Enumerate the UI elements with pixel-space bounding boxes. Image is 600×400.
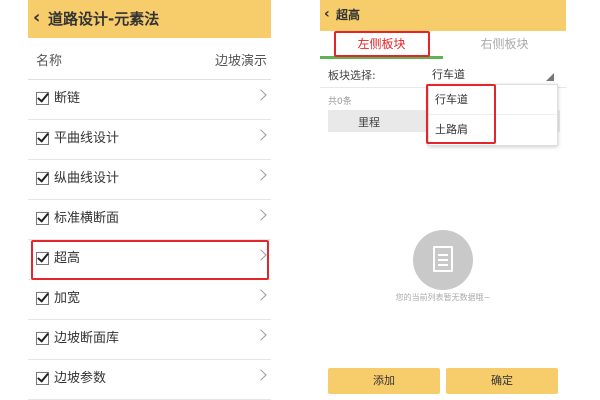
- chevron-right-icon: [255, 89, 267, 101]
- checkbox[interactable]: [36, 172, 49, 185]
- right-header: ‹ 超高: [320, 0, 566, 31]
- list-item-horizontal-curve[interactable]: 平曲线设计: [28, 120, 271, 160]
- left-header: ‹ 道路设计-元素法: [28, 0, 271, 38]
- list-item-label: 边坡参数: [54, 371, 107, 386]
- record-count: 共0条: [328, 97, 352, 107]
- checkbox[interactable]: [36, 92, 49, 105]
- column-slope-demo[interactable]: 边坡演示: [215, 50, 267, 69]
- list-item-label: 标准横断面: [54, 211, 120, 226]
- block-select-value[interactable]: 行车道: [432, 66, 465, 82]
- empty-document-icon: [413, 230, 473, 290]
- list-item-widening[interactable]: 加宽: [28, 280, 271, 320]
- chevron-right-icon: [255, 329, 267, 341]
- checkbox[interactable]: [36, 292, 49, 305]
- column-mileage: 里程: [358, 116, 380, 129]
- highlight-box: [334, 31, 430, 57]
- column-header: 名称 边坡演示: [28, 38, 271, 80]
- chevron-right-icon: [255, 209, 267, 221]
- back-icon[interactable]: ‹: [33, 7, 40, 29]
- checkbox[interactable]: [36, 372, 49, 385]
- right-page-title: 超高: [336, 8, 361, 22]
- chevron-right-icon: [255, 289, 267, 301]
- right-screen: ‹ 超高 左侧板块 右侧板块 板块选择: 行车道 共0条 里程 行车道 土路肩 …: [320, 0, 566, 400]
- chevron-right-icon: [255, 129, 267, 141]
- document-icon: [433, 246, 453, 272]
- left-screen: ‹ 道路设计-元素法 名称 边坡演示 断链 平曲线设计 纵曲线设计 标准横断面 …: [28, 0, 271, 400]
- dropdown-triangle-icon[interactable]: [546, 73, 554, 81]
- checkbox[interactable]: [36, 332, 49, 345]
- list-item-slope-params[interactable]: 边坡参数: [28, 360, 271, 400]
- checkbox[interactable]: [36, 212, 49, 225]
- column-name: 名称: [36, 54, 63, 69]
- list-item-label: 加宽: [54, 291, 81, 306]
- add-button[interactable]: 添加: [328, 368, 440, 394]
- list-item-duanlian[interactable]: 断链: [28, 80, 271, 120]
- list-item-standard-section[interactable]: 标准横断面: [28, 200, 271, 240]
- list-item-slope-library[interactable]: 边坡断面库: [28, 320, 271, 360]
- checkbox[interactable]: [36, 132, 49, 145]
- confirm-button[interactable]: 确定: [446, 368, 558, 394]
- chevron-right-icon: [255, 369, 267, 381]
- chevron-right-icon: [255, 169, 267, 181]
- empty-list-message: 您的当前列表暂无数据哦~: [395, 293, 491, 302]
- list-item-label: 平曲线设计: [54, 131, 120, 146]
- list-item-label: 边坡断面库: [54, 331, 120, 346]
- tab-right-block[interactable]: 右侧板块: [443, 31, 566, 59]
- highlight-box: [426, 84, 496, 144]
- list-item-label: 纵曲线设计: [54, 171, 120, 186]
- back-icon[interactable]: ‹: [324, 5, 330, 23]
- block-select-label: 板块选择:: [328, 69, 376, 82]
- left-page-title: 道路设计-元素法: [48, 10, 160, 28]
- highlight-box: [31, 240, 269, 280]
- list-item-label: 断链: [54, 91, 81, 106]
- list-item-vertical-curve[interactable]: 纵曲线设计: [28, 160, 271, 200]
